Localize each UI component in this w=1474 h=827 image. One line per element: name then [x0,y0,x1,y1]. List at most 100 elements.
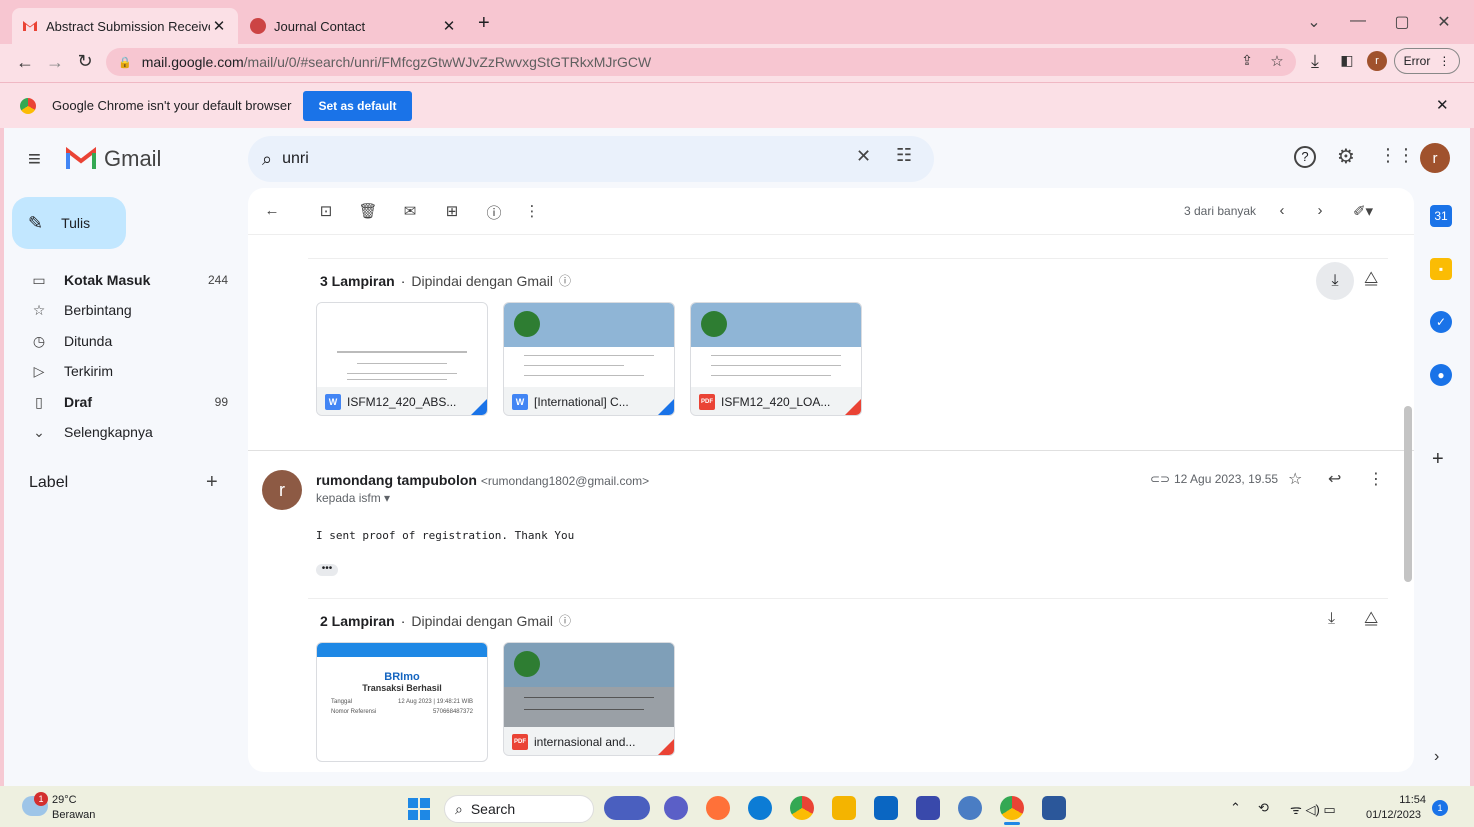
keep-icon[interactable]: ▪ [1430,258,1452,280]
attachment-count: 2 Lampiran [320,612,395,629]
close-window-icon[interactable]: ✕ [1434,12,1454,32]
reload-icon[interactable]: ↻ [74,51,96,72]
reply-icon[interactable]: ↩ [1328,469,1341,489]
mark-unread-icon[interactable]: ✉ [400,202,420,220]
tab-journal-contact[interactable]: Journal Contact ✕ [240,8,468,44]
search-highlight-icon[interactable] [604,796,650,820]
attachment-card[interactable]: BRImo Transaksi Berhasil Tanggal 12 Aug 2… [316,642,488,762]
back-arrow-icon[interactable]: ← [14,52,36,73]
sidebar-item-sent[interactable]: ▷ Terkirim [28,357,228,385]
delete-icon[interactable]: 🗑 [358,202,378,220]
network-icon[interactable]: ⟲ [1258,800,1269,816]
download-icon[interactable]: ⤓ [1304,51,1326,72]
address-bar[interactable]: 🔒 mail.google.com /mail/u/0/#search/unri… [106,48,1296,76]
attachment-preview [504,303,674,387]
star-message-icon[interactable]: ☆ [1288,469,1302,489]
input-tools-icon[interactable]: ✐▾ [1348,202,1378,220]
contacts-icon[interactable]: ● [1430,364,1452,386]
tab-abstract-submission[interactable]: Abstract Submission Received - ✕ [12,8,238,44]
close-tab-icon[interactable]: ✕ [440,17,458,35]
recipients-line[interactable]: kepada isfm ▾ [316,491,390,505]
attachment-card[interactable]: PDF internasional and... [503,642,675,756]
set-default-button[interactable]: Set as default [303,90,412,121]
sidebar-item-more[interactable]: ⌄ Selengkapnya [28,418,228,446]
app-icon[interactable] [916,796,940,820]
teams-meet-icon[interactable] [664,796,688,820]
attachment-card[interactable]: W ISFM12_420_ABS... [316,302,488,416]
side-panel-icon[interactable]: ◧ [1336,52,1358,69]
clear-search-icon[interactable]: ✕ [856,146,871,167]
kebab-menu-icon: ⋮ [1438,54,1451,68]
firefox-icon[interactable] [706,796,730,820]
profile-avatar[interactable]: r [1367,51,1387,71]
tab-search-chevron-icon[interactable]: ⌄ [1304,12,1324,32]
calendar-icon[interactable]: 31 [1430,205,1452,227]
chrome-active-icon[interactable] [1000,796,1024,820]
sender-name[interactable]: rumondang tampubolon [316,472,477,488]
more-message-icon[interactable]: ⋮ [1368,469,1384,489]
download-all-icon[interactable]: ⤓ [1328,610,1335,628]
help-icon[interactable]: ? [1294,146,1316,168]
tray-chevron-icon[interactable]: ⌃ [1230,800,1241,816]
sidebar-item-snoozed[interactable]: ◷ Ditunda [28,327,228,355]
older-chevron-icon[interactable]: › [1310,202,1330,219]
mail-icon[interactable] [874,796,898,820]
save-to-drive-icon[interactable]: ⧋ [1364,270,1378,288]
report-spam-icon[interactable]: ⓘ [484,202,504,223]
scrollbar-thumb[interactable] [1404,406,1412,582]
attachment-card[interactable]: W [International] C... [503,302,675,416]
minimize-icon[interactable]: — [1348,12,1368,30]
gmail-logo[interactable]: Gmail [66,146,161,172]
taskbar-search[interactable]: ⌕ Search [444,795,594,823]
search-icon[interactable]: ⌕ [262,149,272,170]
unread-count: 244 [207,273,228,287]
weather-temp[interactable]: 29°C [52,794,77,806]
account-avatar[interactable]: r [1420,143,1450,173]
info-icon[interactable]: ⓘ [559,612,571,629]
archive-icon[interactable]: ⊡ [316,202,336,220]
sidebar-item-inbox[interactable]: ▭ Kotak Masuk 244 [28,266,228,294]
back-to-list-icon[interactable]: ← [262,202,282,219]
attachment-card[interactable]: PDF ISFM12_420_LOA... [690,302,862,416]
forward-arrow-icon[interactable]: → [44,52,66,73]
move-to-icon[interactable]: ⊞ [442,202,462,220]
main-menu-icon[interactable]: ≡ [28,146,41,172]
expand-side-panel-icon[interactable]: › [1434,748,1439,766]
error-button[interactable]: Error ⋮ [1394,48,1460,74]
close-tab-icon[interactable]: ✕ [210,17,228,35]
share-icon[interactable]: ⇪ [1236,52,1258,69]
settings-gear-icon[interactable]: ⚙ [1337,144,1355,169]
attachment-name: ISFM12_420_LOA... [721,395,831,409]
compose-button[interactable]: ✎ Tulis [12,197,126,249]
newer-chevron-icon[interactable]: ‹ [1272,202,1292,219]
info-icon[interactable]: ⓘ [559,272,571,289]
save-to-drive-icon[interactable]: ⧋ [1364,610,1378,628]
get-addons-icon[interactable]: + [1432,448,1444,471]
windows-start-icon[interactable] [408,798,430,820]
file-explorer-icon[interactable] [832,796,856,820]
new-tab-icon[interactable]: + [478,12,490,35]
restore-icon[interactable]: ▢ [1392,12,1412,32]
search-bar[interactable]: ⌕ unri [248,136,934,182]
show-trimmed-content-icon[interactable]: ••• [316,564,338,576]
search-options-icon[interactable]: ☷ [896,145,912,166]
more-actions-icon[interactable]: ⋮ [522,202,542,220]
sidebar-item-starred[interactable]: ☆ Berbintang [28,296,228,324]
search-input[interactable]: unri [282,150,309,168]
tasks-icon[interactable]: ✓ [1430,311,1452,333]
download-all-icon[interactable]: ⤓ [1316,262,1354,300]
bookmark-star-icon[interactable]: ☆ [1266,52,1288,70]
chrome-icon[interactable] [790,796,814,820]
edge-icon[interactable] [748,796,772,820]
wifi-volume-battery-icon[interactable]: ᯤ ◁) ▭ [1290,800,1336,818]
sender-avatar[interactable]: r [262,470,302,510]
notification-badge[interactable]: 1 [1432,800,1448,816]
close-infobar-icon[interactable]: ✕ [1436,96,1449,114]
word-icon[interactable] [1042,796,1066,820]
globe-app-icon[interactable] [958,796,982,820]
clock-time[interactable]: 11:54 [1394,794,1426,806]
add-label-icon[interactable]: + [206,471,218,494]
apps-grid-icon[interactable]: ⋮⋮ [1379,145,1415,166]
sidebar-item-drafts[interactable]: ▯ Draf 99 [28,388,228,416]
pdf-file-icon: PDF [699,394,715,410]
